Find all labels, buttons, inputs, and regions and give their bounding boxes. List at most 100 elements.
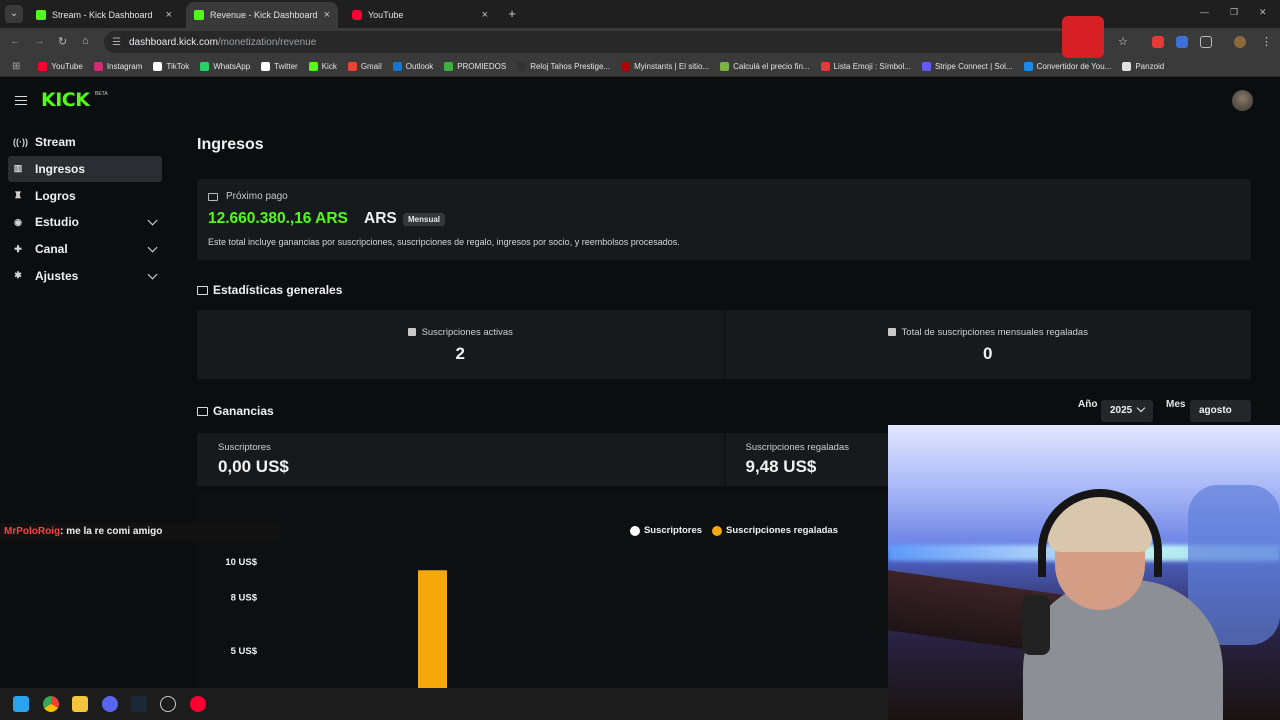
general-stats-title: Estadísticas generales bbox=[197, 283, 342, 297]
steam-icon[interactable] bbox=[131, 696, 147, 712]
windows-start-icon[interactable] bbox=[13, 696, 29, 712]
bookmark-favicon-icon bbox=[621, 61, 631, 71]
bookmark-favicon-icon bbox=[444, 61, 454, 71]
earnings-label: Suscriptores bbox=[218, 442, 271, 453]
avatar[interactable] bbox=[1232, 90, 1253, 111]
close-window-button[interactable]: ✕ bbox=[1259, 7, 1267, 18]
bookmark-favicon-icon bbox=[347, 61, 357, 71]
bookmark-star-icon[interactable]: ☆ bbox=[1118, 35, 1128, 48]
reload-icon[interactable]: ↻ bbox=[58, 35, 67, 48]
settings-icon: ✱ bbox=[14, 270, 22, 281]
payout-note: Este total incluye ganancias por suscrip… bbox=[208, 237, 680, 247]
stats-icon bbox=[407, 328, 416, 336]
bookmark-item[interactable]: YouTube bbox=[38, 61, 83, 71]
stat-value: 0 bbox=[983, 344, 993, 363]
menu-icon[interactable]: ⋮ bbox=[1261, 35, 1272, 48]
bookmark-item[interactable]: Reloj Tahos Prestige... bbox=[517, 61, 610, 71]
stats-icon bbox=[197, 285, 208, 295]
new-tab-button[interactable]: + bbox=[504, 6, 520, 22]
file-explorer-icon[interactable] bbox=[72, 696, 88, 712]
bookmark-item[interactable]: Gmail bbox=[347, 61, 382, 71]
discord-icon[interactable] bbox=[102, 696, 118, 712]
gifted-subscriptions-card: Total de suscripciones mensuales regalad… bbox=[724, 310, 1251, 379]
stream-logo bbox=[1062, 16, 1104, 58]
tab-revenue[interactable]: Revenue - Kick Dashboard × bbox=[186, 2, 338, 28]
home-icon[interactable]: ⌂ bbox=[82, 35, 89, 47]
bookmark-item[interactable]: Kick bbox=[308, 61, 337, 71]
bookmark-item[interactable]: Calculá el precio fin... bbox=[720, 61, 810, 71]
sidebar-item-stream[interactable]: ((·)) Stream bbox=[8, 129, 162, 155]
chat-message: MrPoloRoig: me la re comi amigo bbox=[0, 523, 280, 541]
bookmark-item[interactable]: Convertidor de You... bbox=[1023, 61, 1111, 71]
apps-icon[interactable]: ⊞ bbox=[12, 61, 20, 72]
bookmark-label: Gmail bbox=[360, 61, 382, 71]
close-icon[interactable]: × bbox=[482, 9, 488, 21]
sidebar-item-ajustes[interactable]: ✱ Ajustes bbox=[8, 263, 162, 289]
close-icon[interactable]: × bbox=[324, 9, 330, 21]
bookmark-item[interactable]: Instagram bbox=[93, 61, 143, 71]
bookmark-favicon-icon bbox=[921, 61, 931, 71]
maximize-button[interactable]: ❐ bbox=[1230, 7, 1238, 18]
bookmark-label: Myinstants | El sitio... bbox=[634, 61, 710, 71]
extension-icon[interactable] bbox=[1152, 36, 1164, 48]
stats-icon bbox=[197, 406, 208, 416]
sidebar-item-logros[interactable]: ♜ Logros bbox=[8, 183, 162, 209]
bookmark-item[interactable]: PROMIEDOS bbox=[444, 61, 506, 71]
month-label: Mes bbox=[1166, 399, 1186, 410]
chevron-down-icon bbox=[1137, 403, 1146, 413]
bookmark-item[interactable]: Twitter bbox=[261, 61, 298, 71]
kick-icon bbox=[194, 10, 204, 20]
site-info-icon[interactable]: ☰ bbox=[112, 37, 121, 48]
payout-amount: 12.660.380.,16 ARS bbox=[208, 210, 348, 227]
tab-youtube[interactable]: YouTube × bbox=[344, 2, 496, 28]
hamburger-menu-icon[interactable] bbox=[15, 96, 27, 105]
bookmark-favicon-icon bbox=[261, 61, 271, 71]
kick-logo[interactable]: KICK bbox=[41, 89, 90, 111]
chat-username: MrPoloRoig bbox=[4, 526, 61, 537]
chart-bar[interactable] bbox=[418, 570, 447, 688]
bookmarks-bar: ⊞ YouTube Instagram TikTok WhatsApp Twitter K… bbox=[0, 56, 1280, 77]
stats-icon bbox=[887, 328, 896, 336]
sidebar-item-canal[interactable]: ✚ Canal bbox=[8, 236, 162, 262]
bookmark-item[interactable]: Myinstants | El sitio... bbox=[621, 61, 710, 71]
bookmark-favicon-icon bbox=[392, 61, 402, 71]
bookmark-item[interactable]: Outlook bbox=[392, 61, 433, 71]
stat-label-text: Suscripciones activas bbox=[421, 327, 513, 338]
earnings-value: 9,48 US$ bbox=[745, 457, 817, 476]
sidebar-item-ingresos[interactable]: ▥ Ingresos bbox=[8, 155, 162, 182]
profile-icon[interactable] bbox=[1234, 36, 1246, 48]
top-bar: KICK BETA bbox=[0, 78, 1280, 122]
address-bar[interactable]: ☰ dashboard.kick.com/monetization/revenu… bbox=[104, 31, 1104, 53]
minimize-button[interactable]: — bbox=[1200, 7, 1209, 17]
beta-label: BETA bbox=[95, 91, 108, 97]
earnings-value: 0,00 US$ bbox=[218, 457, 289, 476]
tab-stream[interactable]: Stream - Kick Dashboard × bbox=[28, 2, 180, 28]
bookmark-item[interactable]: Stripe Connect | Sol... bbox=[921, 61, 1013, 71]
tab-title: Stream - Kick Dashboard bbox=[52, 10, 153, 20]
y-tick-label: 10 US$ bbox=[225, 557, 257, 568]
sidebar-item-label: Ajustes bbox=[35, 268, 79, 283]
bookmark-item[interactable]: TikTok bbox=[153, 61, 189, 71]
bookmark-item[interactable]: Lista Emoji : Símbol... bbox=[820, 61, 911, 71]
bookmark-item[interactable]: WhatsApp bbox=[200, 61, 250, 71]
address-host: dashboard.kick.com bbox=[128, 36, 218, 48]
year-select[interactable]: 2025 bbox=[1101, 400, 1154, 422]
sidebar-item-estudio[interactable]: ◉ Estudio bbox=[8, 209, 162, 235]
bookmark-item[interactable]: Panzoid bbox=[1122, 61, 1164, 71]
close-icon[interactable]: × bbox=[166, 9, 172, 21]
sidebar-item-label: Stream bbox=[35, 135, 76, 149]
webcam-microphone bbox=[1022, 595, 1050, 655]
youtube-music-icon[interactable] bbox=[190, 696, 206, 712]
chevron-down-icon bbox=[147, 269, 158, 280]
chrome-icon[interactable] bbox=[43, 696, 59, 712]
back-icon[interactable]: ← bbox=[10, 35, 21, 47]
extension-icon[interactable] bbox=[1176, 36, 1188, 48]
extensions-icon[interactable] bbox=[1200, 36, 1212, 48]
month-select[interactable]: agosto bbox=[1190, 400, 1251, 435]
bookmark-label: YouTube bbox=[51, 61, 83, 71]
tab-search-button[interactable]: ⌄ bbox=[5, 5, 23, 23]
bookmark-label: Instagram bbox=[106, 61, 143, 71]
bookmark-label: Twitter bbox=[274, 61, 298, 71]
app-icon[interactable] bbox=[160, 696, 176, 712]
forward-icon[interactable]: → bbox=[34, 35, 45, 47]
